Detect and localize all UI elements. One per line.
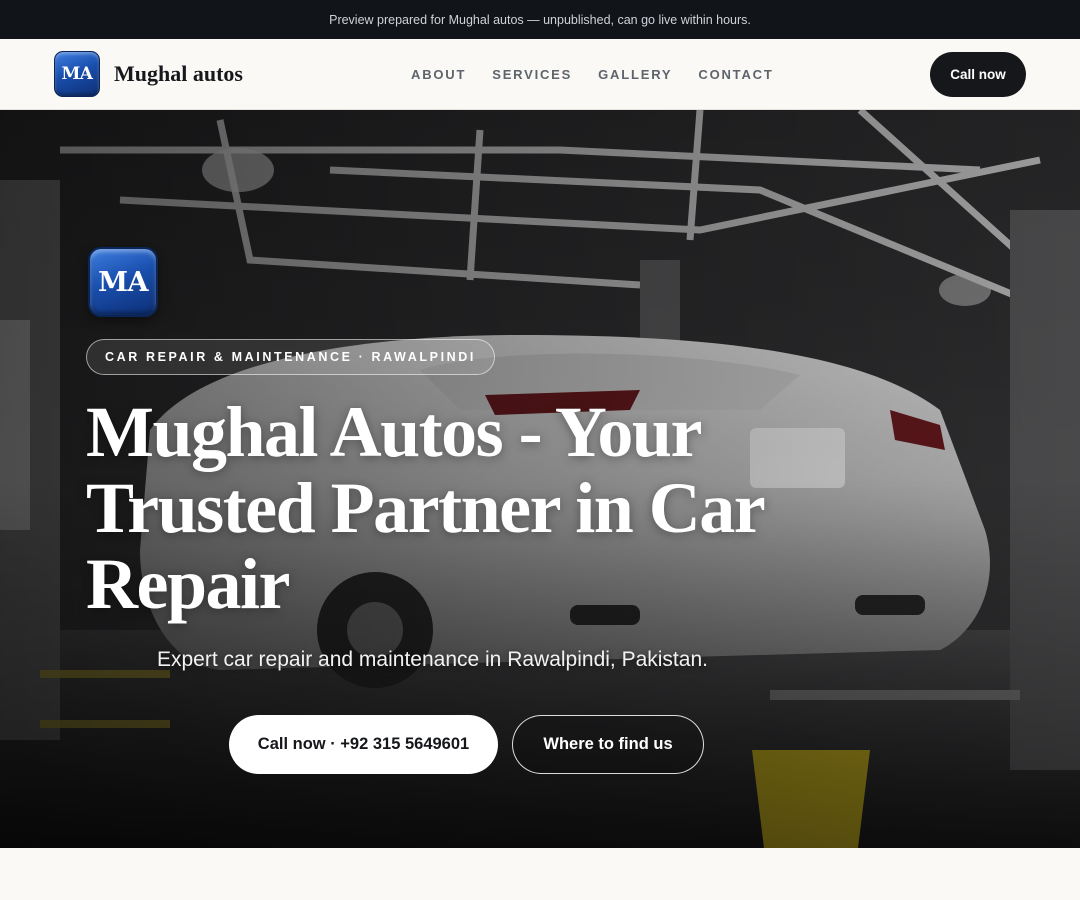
preview-banner: Preview prepared for Mughal autos — unpu… bbox=[0, 0, 1080, 39]
hero-logo: MA bbox=[88, 247, 158, 317]
brand-name: Mughal autos bbox=[114, 61, 243, 86]
nav-link-gallery[interactable]: GALLERY bbox=[598, 67, 672, 82]
nav-link-services[interactable]: SERVICES bbox=[492, 67, 572, 82]
preview-banner-text: Preview prepared for Mughal autos — unpu… bbox=[329, 12, 751, 27]
nav-link-contact[interactable]: CONTACT bbox=[698, 67, 773, 82]
nav-link-about[interactable]: ABOUT bbox=[411, 67, 466, 82]
main-nav: ABOUT SERVICES GALLERY CONTACT bbox=[398, 39, 787, 109]
brand-link[interactable]: MA Mughal autos bbox=[54, 51, 243, 97]
hero-eyebrow-pill: CAR REPAIR & MAINTENANCE · RAWALPINDI bbox=[86, 339, 495, 375]
call-phone-button[interactable]: Call now · +92 315 5649601 bbox=[229, 715, 498, 774]
find-us-button[interactable]: Where to find us bbox=[512, 715, 704, 774]
hero-title: Mughal Autos - Your Trusted Partner in C… bbox=[86, 392, 764, 624]
brand-logo: MA bbox=[54, 51, 100, 97]
site-header: MA Mughal autos ABOUT SERVICES GALLERY C… bbox=[0, 39, 1080, 110]
hero-subtitle: Expert car repair and maintenance in Raw… bbox=[157, 648, 708, 671]
call-now-button[interactable]: Call now bbox=[930, 52, 1026, 97]
hero-section: MA CAR REPAIR & MAINTENANCE · RAWALPINDI… bbox=[0, 110, 1080, 848]
next-section bbox=[0, 848, 1080, 900]
